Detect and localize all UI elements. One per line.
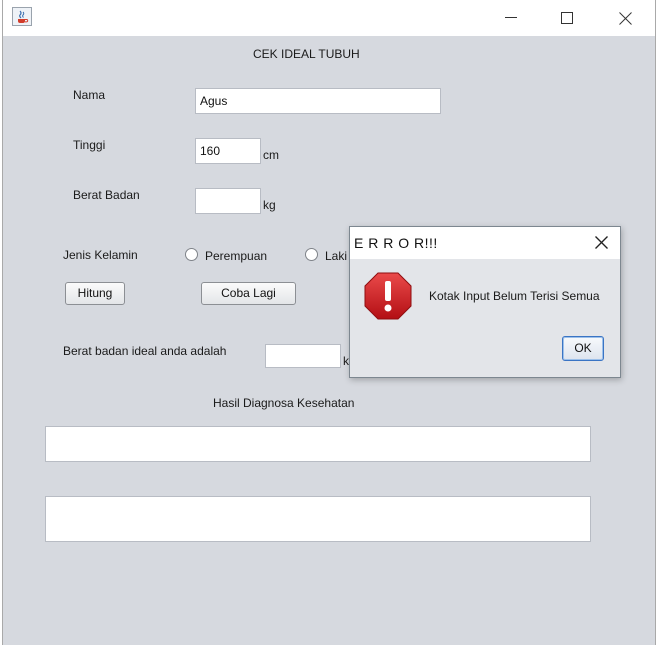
radio-laki[interactable] bbox=[305, 248, 318, 261]
java-coffee-cup-icon bbox=[12, 7, 32, 26]
hitung-button[interactable]: Hitung bbox=[65, 282, 125, 305]
minimize-icon bbox=[505, 17, 517, 18]
berat-unit: kg bbox=[263, 198, 276, 212]
radio-perempuan[interactable] bbox=[185, 248, 198, 261]
nama-input[interactable] bbox=[195, 88, 441, 114]
tinggi-unit: cm bbox=[263, 148, 279, 162]
ok-button[interactable]: OK bbox=[562, 336, 604, 361]
close-button[interactable] bbox=[602, 0, 648, 36]
ideal-output[interactable] bbox=[265, 344, 341, 368]
coba-lagi-button[interactable]: Coba Lagi bbox=[201, 282, 296, 305]
tinggi-label: Tinggi bbox=[73, 138, 106, 152]
dialog-title-bar[interactable]: E R R O R!!! bbox=[350, 227, 620, 259]
maximize-button[interactable] bbox=[544, 0, 590, 36]
radio-perempuan-label[interactable]: Perempuan bbox=[205, 249, 267, 263]
diagnosa-heading: Hasil Diagnosa Kesehatan bbox=[213, 396, 355, 410]
ideal-label: Berat badan ideal anda adalah bbox=[63, 344, 227, 358]
title-bar[interactable] bbox=[3, 0, 655, 36]
error-dialog: E R R O R!!! Kotak Input Belum Terisi Se… bbox=[349, 226, 621, 378]
tinggi-input[interactable] bbox=[195, 138, 261, 164]
maximize-icon bbox=[561, 12, 573, 24]
gender-label: Jenis Kelamin bbox=[63, 248, 138, 262]
nama-label: Nama bbox=[73, 88, 106, 102]
radio-laki-label[interactable]: Laki bbox=[325, 249, 347, 263]
dialog-title: E R R O R!!! bbox=[354, 235, 438, 251]
error-stop-icon bbox=[364, 272, 412, 323]
diagnosa-output-2[interactable] bbox=[45, 496, 591, 542]
dialog-close-button[interactable] bbox=[588, 231, 616, 255]
diagnosa-output-1[interactable] bbox=[45, 426, 591, 462]
page-title: CEK IDEAL TUBUH bbox=[253, 47, 360, 61]
berat-input[interactable] bbox=[195, 188, 261, 214]
dialog-message: Kotak Input Belum Terisi Semua bbox=[429, 289, 600, 303]
berat-label: Berat Badan bbox=[73, 188, 140, 202]
close-icon bbox=[595, 236, 608, 249]
close-icon bbox=[619, 12, 632, 25]
minimize-button[interactable] bbox=[488, 0, 534, 36]
